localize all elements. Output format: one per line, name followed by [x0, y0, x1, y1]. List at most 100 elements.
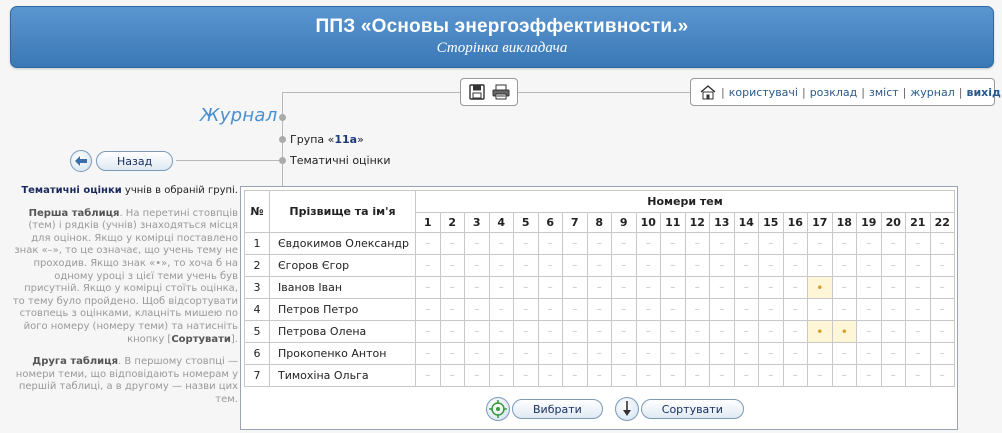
grade-cell[interactable]: –	[439, 364, 465, 387]
grade-cell[interactable]: –	[684, 342, 710, 365]
grade-cell[interactable]: –	[758, 232, 784, 255]
grade-cell[interactable]: –	[439, 232, 465, 255]
home-icon[interactable]	[699, 84, 717, 100]
grade-cell[interactable]: –	[905, 342, 931, 365]
grade-cell[interactable]: –	[880, 342, 906, 365]
grade-cell[interactable]: –	[513, 298, 539, 321]
topic-number-header[interactable]: 3	[464, 212, 490, 233]
grade-cell[interactable]: –	[782, 276, 808, 299]
grade-cell[interactable]: –	[611, 364, 637, 387]
grade-cell[interactable]: –	[880, 364, 906, 387]
grade-cell[interactable]: –	[929, 232, 955, 255]
grade-cell[interactable]: –	[709, 320, 735, 343]
grade-cell[interactable]: –	[831, 298, 857, 321]
grade-cell[interactable]: –	[464, 320, 490, 343]
topic-number-header[interactable]: 14	[733, 212, 759, 233]
grade-cell[interactable]: –	[488, 254, 514, 277]
grade-cell[interactable]: –	[905, 232, 931, 255]
grade-cell[interactable]: –	[758, 254, 784, 277]
nav-exit-link[interactable]: вихід	[966, 86, 1000, 99]
floppy-icon[interactable]	[468, 83, 486, 101]
grade-cell[interactable]: –	[488, 364, 514, 387]
grade-cell[interactable]: –	[807, 342, 833, 365]
grade-cell[interactable]: –	[684, 320, 710, 343]
grade-cell[interactable]: •	[831, 320, 857, 343]
sort-button[interactable]: Сортувати	[640, 399, 744, 419]
grade-cell[interactable]: –	[782, 298, 808, 321]
grade-cell[interactable]: –	[415, 298, 441, 321]
grade-cell[interactable]: –	[635, 276, 661, 299]
grade-cell[interactable]: –	[929, 254, 955, 277]
grade-cell[interactable]: –	[660, 342, 686, 365]
nav-users-link[interactable]: користувачі	[729, 86, 798, 99]
grade-cell[interactable]: –	[856, 298, 882, 321]
grade-cell[interactable]: •	[807, 320, 833, 343]
back-button[interactable]: Назад	[96, 151, 174, 171]
grade-cell[interactable]: –	[537, 320, 563, 343]
grade-cell[interactable]: –	[439, 254, 465, 277]
grade-cell[interactable]: –	[856, 364, 882, 387]
grade-cell[interactable]: –	[709, 254, 735, 277]
grade-cell[interactable]: –	[415, 232, 441, 255]
grade-cell[interactable]: –	[611, 276, 637, 299]
grade-cell[interactable]: –	[562, 320, 588, 343]
grade-cell[interactable]: –	[611, 320, 637, 343]
grade-cell[interactable]: –	[415, 320, 441, 343]
back-arrow-icon[interactable]	[70, 150, 92, 172]
grade-cell[interactable]: –	[488, 298, 514, 321]
grade-cell[interactable]: –	[684, 254, 710, 277]
grade-cell[interactable]: –	[488, 342, 514, 365]
topic-number-header[interactable]: 8	[586, 212, 612, 233]
topic-number-header[interactable]: 22	[929, 212, 955, 233]
grade-cell[interactable]: –	[831, 276, 857, 299]
topic-number-header[interactable]: 11	[660, 212, 686, 233]
grade-cell[interactable]: –	[880, 254, 906, 277]
grade-cell[interactable]: –	[856, 232, 882, 255]
select-button[interactable]: Вибрати	[512, 399, 603, 419]
grade-cell[interactable]: –	[831, 254, 857, 277]
grade-cell[interactable]: –	[929, 298, 955, 321]
grade-cell[interactable]: –	[611, 232, 637, 255]
grade-cell[interactable]: –	[660, 254, 686, 277]
grade-cell[interactable]: –	[856, 342, 882, 365]
grade-cell[interactable]: –	[758, 342, 784, 365]
grade-cell[interactable]: –	[562, 342, 588, 365]
topic-number-header[interactable]: 21	[905, 212, 931, 233]
grade-cell[interactable]: –	[513, 232, 539, 255]
grade-cell[interactable]: –	[929, 320, 955, 343]
grade-cell[interactable]: –	[709, 364, 735, 387]
grade-cell[interactable]: –	[929, 342, 955, 365]
grade-cell[interactable]: –	[415, 276, 441, 299]
grade-cell[interactable]: –	[513, 276, 539, 299]
grade-cell[interactable]: –	[831, 364, 857, 387]
grade-cell[interactable]: –	[562, 364, 588, 387]
topic-number-header[interactable]: 18	[831, 212, 857, 233]
topic-number-header[interactable]: 9	[611, 212, 637, 233]
grade-cell[interactable]: –	[831, 342, 857, 365]
grade-cell[interactable]: –	[635, 298, 661, 321]
grade-cell[interactable]: –	[439, 276, 465, 299]
grade-cell[interactable]: –	[782, 320, 808, 343]
grade-cell[interactable]: –	[758, 364, 784, 387]
grade-cell[interactable]: •	[807, 276, 833, 299]
grade-cell[interactable]: –	[709, 276, 735, 299]
grade-cell[interactable]: –	[905, 276, 931, 299]
grade-cell[interactable]: –	[807, 298, 833, 321]
grade-cell[interactable]: –	[856, 254, 882, 277]
grade-cell[interactable]: –	[464, 276, 490, 299]
grade-cell[interactable]: –	[586, 320, 612, 343]
grade-cell[interactable]: –	[537, 232, 563, 255]
grade-cell[interactable]: –	[464, 254, 490, 277]
grade-cell[interactable]: –	[488, 232, 514, 255]
grade-cell[interactable]: –	[611, 298, 637, 321]
grade-cell[interactable]: –	[464, 364, 490, 387]
grade-cell[interactable]: –	[439, 342, 465, 365]
topic-number-header[interactable]: 17	[807, 212, 833, 233]
grade-cell[interactable]: –	[684, 298, 710, 321]
grade-cell[interactable]: –	[880, 276, 906, 299]
grade-cell[interactable]: –	[856, 320, 882, 343]
grade-cell[interactable]: –	[611, 342, 637, 365]
grade-cell[interactable]: –	[758, 298, 784, 321]
topic-number-header[interactable]: 20	[880, 212, 906, 233]
grade-cell[interactable]: –	[929, 276, 955, 299]
